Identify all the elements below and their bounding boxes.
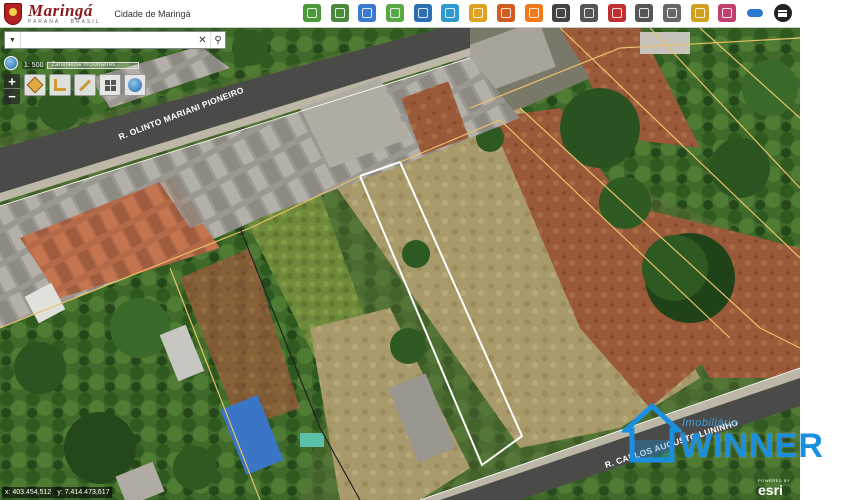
grid-view-icon[interactable] <box>99 74 121 96</box>
logo-tagline: PARANÁ · BRASIL <box>28 19 101 25</box>
search-mode-dropdown-icon[interactable]: ▼ <box>5 32 21 48</box>
coordinate-y: y: 7.414.473,617 <box>57 489 110 496</box>
globe-icon[interactable] <box>4 56 18 70</box>
scale-bar: Zarameuse mcrometres <box>47 61 140 69</box>
scale-indicator: 1: 500 Zarameuse mcrometres <box>22 60 140 70</box>
search-bar: ▼ ✕ ⚲ <box>4 31 226 49</box>
map-viewer-app: Maringá PARANÁ · BRASIL Cidade de Maring… <box>0 0 863 500</box>
location-pin-icon[interactable] <box>607 4 626 22</box>
logo-name: Maringá <box>28 1 93 20</box>
coordinate-x: x: 403.454,512 <box>5 489 52 496</box>
people-icon[interactable] <box>718 4 737 22</box>
city-logo[interactable]: Maringá PARANÁ · BRASIL <box>0 0 100 28</box>
clear-icon[interactable]: ✕ <box>195 32 210 48</box>
esri-logo-text: esri <box>758 482 783 498</box>
scale-label: 1: 500 <box>22 61 46 69</box>
esri-attribution[interactable]: POWERED BY esri <box>758 478 796 498</box>
aerial-photo-icon[interactable] <box>469 4 488 22</box>
app-header: Maringá PARANÁ · BRASIL Cidade de Maring… <box>0 0 800 28</box>
color-chart-icon[interactable] <box>496 4 515 22</box>
layers-cube-icon[interactable] <box>24 74 46 96</box>
measure-area-icon[interactable] <box>49 74 71 96</box>
page-title: Cidade de Maringá <box>114 8 191 19</box>
coordinate-readout: x: 403.454,512 y: 7.414.473,617 <box>2 487 113 498</box>
basemap-icon[interactable] <box>386 4 405 22</box>
draw-line-icon[interactable] <box>74 74 96 96</box>
tools-icon[interactable] <box>579 4 598 22</box>
basemap-globe-icon[interactable] <box>124 74 146 96</box>
house-logo-icon <box>622 402 682 463</box>
main-menu-icon[interactable] <box>773 4 792 22</box>
watermark-big-text: WINNER <box>680 427 824 465</box>
cube-3d-icon[interactable] <box>330 4 349 22</box>
map-tool-buttons <box>24 74 149 96</box>
zoom-in-button[interactable]: + <box>4 74 20 89</box>
search-input[interactable] <box>21 32 195 48</box>
cloud-icon[interactable] <box>746 4 764 22</box>
measure-pencil-icon[interactable] <box>662 4 681 22</box>
ruler-triangle-icon[interactable] <box>690 4 709 22</box>
city-seal-icon <box>4 2 22 25</box>
zoom-search-icon[interactable] <box>413 4 432 22</box>
agency-watermark: Imobiliária WINNER <box>622 402 842 474</box>
zoom-control: + − <box>4 74 20 104</box>
search-icon[interactable]: ⚲ <box>210 32 225 48</box>
list-icon[interactable] <box>635 4 654 22</box>
compass-icon[interactable] <box>524 4 543 22</box>
zoom-out-button[interactable]: − <box>4 89 20 104</box>
main-toolbar <box>303 4 792 22</box>
globe-icon[interactable] <box>441 4 460 22</box>
satellite-map-icon[interactable] <box>358 4 377 22</box>
pipes-icon[interactable] <box>552 4 571 22</box>
checkbox-layers-icon[interactable] <box>303 4 321 22</box>
